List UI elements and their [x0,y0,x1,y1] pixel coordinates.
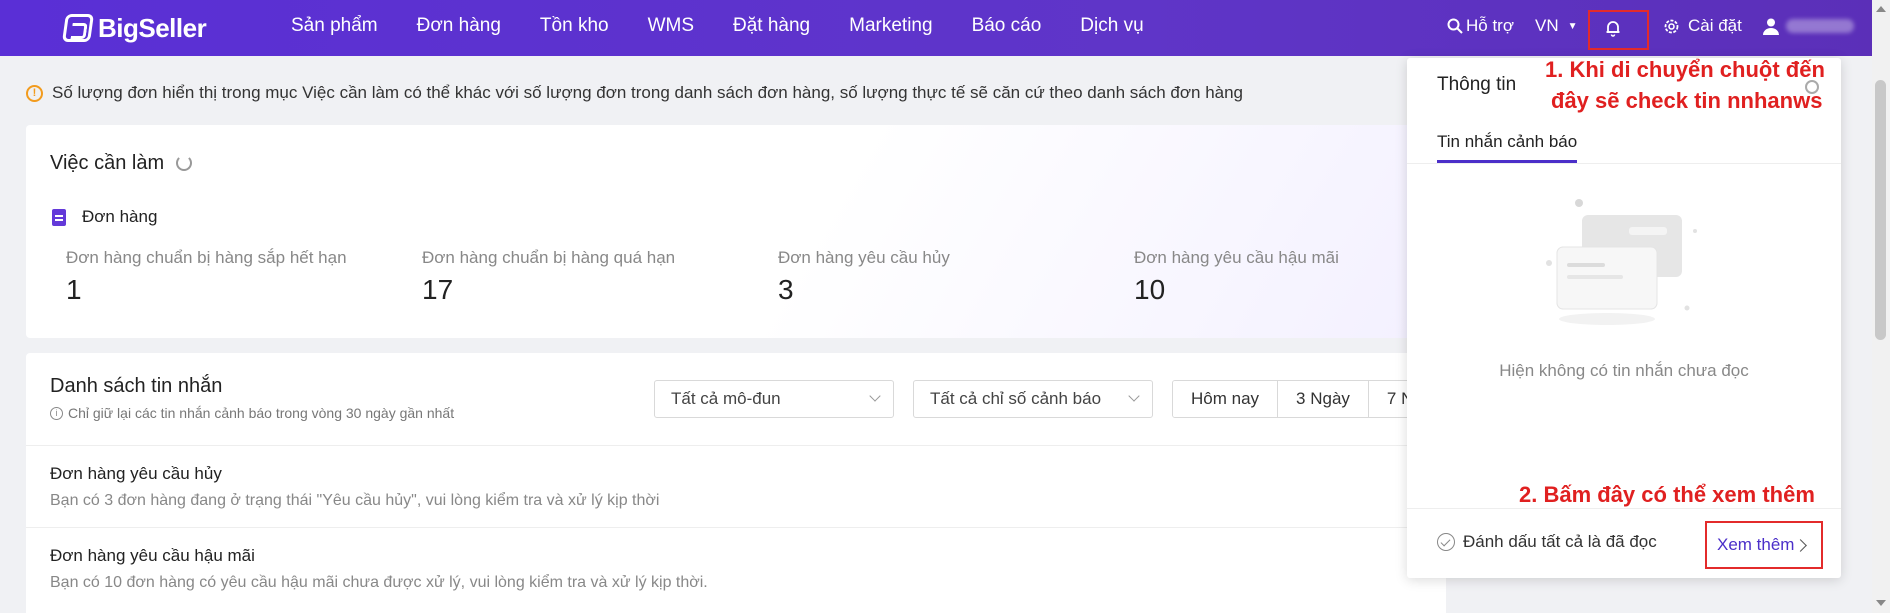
view-more-button[interactable]: Xem thêm [1705,521,1823,569]
annotation-1-line1: 1. Khi di chuyển chuột đến [1545,57,1825,82]
annotation-2: 2. Bấm đây có thể xem thêm [1519,482,1815,507]
stat-cancel-requests[interactable]: Đơn hàng yêu cầu hủy 3 [778,248,950,306]
support-link[interactable]: Hỗ trợ [1447,0,1514,52]
clipboard-icon [52,208,66,226]
main-nav: Sản phẩm Đơn hàng Tồn kho WMS Đặt hàng M… [291,0,1183,52]
refresh-icon[interactable] [176,155,192,171]
chevron-down-icon [1128,390,1140,402]
nav-item-inventory[interactable]: Tồn kho [540,15,609,37]
tab-alert-messages[interactable]: Tin nhắn cảnh báo [1437,132,1578,163]
caret-down-icon: ▼ [1567,20,1578,32]
user-menu[interactable] [1762,0,1854,52]
bigseller-logo[interactable]: BigSeller [62,12,207,44]
todo-title: Việc cần làm [50,152,165,174]
message-list-card: Danh sách tin nhắn i Chỉ giữ lại các tin… [26,353,1446,613]
mark-all-read-button[interactable]: Đánh dấu tất cả là đã đọc [1437,532,1657,552]
annotation-1-line2: đây sẽ check tin nnhanws [1551,88,1823,113]
search-icon [1447,18,1463,34]
message-list-title: Danh sách tin nhắn [50,375,223,397]
message-row[interactable]: Đơn hàng yêu cầu hậu mãi Bạn có 10 đơn h… [26,527,1446,609]
stat-overdue[interactable]: Đơn hàng chuẩn bị hàng quá hạn 17 [422,248,675,306]
chevron-down-icon [869,390,881,402]
settings-link[interactable]: Cài đặt [1663,0,1742,52]
empty-state-text: Hiện không có tin nhắn chưa đọc [1499,361,1749,380]
message-row[interactable]: Đơn hàng yêu cầu hủy Bạn có 3 đơn hàng đ… [26,445,1446,527]
module-filter-select[interactable]: Tất cả mô-đun [654,380,894,418]
orders-section-header: Đơn hàng [52,207,157,227]
language-select[interactable]: VN ▼ [1535,0,1578,52]
stat-after-sales[interactable]: Đơn hàng yêu cầu hậu mãi 10 [1134,248,1339,306]
date-range-segment: Hôm nay 3 Ngày 7 N [1172,380,1434,418]
stat-expiring-soon[interactable]: Đơn hàng chuẩn bị hàng sắp hết hạn 1 [66,248,347,306]
gear-icon [1664,19,1679,33]
warning-icon: ! [26,84,43,102]
scroll-up-icon[interactable] [1876,6,1886,12]
chevron-right-icon [1794,539,1807,552]
notification-bell-button[interactable] [1588,10,1649,50]
nav-item-orders[interactable]: Đơn hàng [417,15,501,37]
nav-item-reports[interactable]: Báo cáo [972,15,1042,37]
panel-title: Thông tin [1437,74,1517,95]
nav-item-products[interactable]: Sản phẩm [291,15,378,37]
divider [1407,163,1841,164]
nav-item-purchase[interactable]: Đặt hàng [733,15,810,37]
scroll-down-icon[interactable] [1876,600,1886,606]
nav-item-marketing[interactable]: Marketing [849,15,932,37]
todo-card: Việc cần làm Đơn hàng Đơn hàng chuẩn bị … [26,125,1446,338]
info-notice: ! Số lượng đơn hiển thị trong mục Việc c… [26,83,1243,103]
alert-index-select[interactable]: Tất cả chỉ số cảnh báo [913,380,1153,418]
range-3-days[interactable]: 3 Ngày [1278,381,1369,417]
logo-icon [62,14,94,42]
range-today[interactable]: Hôm nay [1173,381,1279,417]
scrollbar-thumb[interactable] [1875,80,1886,340]
bell-icon [1606,21,1620,37]
divider [1407,508,1841,509]
empty-inbox-illustration [1546,199,1697,325]
top-navbar: BigSeller Sản phẩm Đơn hàng Tồn kho WMS … [0,0,1890,56]
nav-item-services[interactable]: Dịch vụ [1080,15,1143,37]
info-icon: i [50,406,63,420]
username-blurred [1786,19,1854,33]
user-icon [1763,18,1779,35]
check-circle-icon [1437,533,1455,551]
nav-item-wms[interactable]: WMS [648,15,694,37]
retention-note: i Chỉ giữ lại các tin nhắn cảnh báo tron… [50,405,454,421]
